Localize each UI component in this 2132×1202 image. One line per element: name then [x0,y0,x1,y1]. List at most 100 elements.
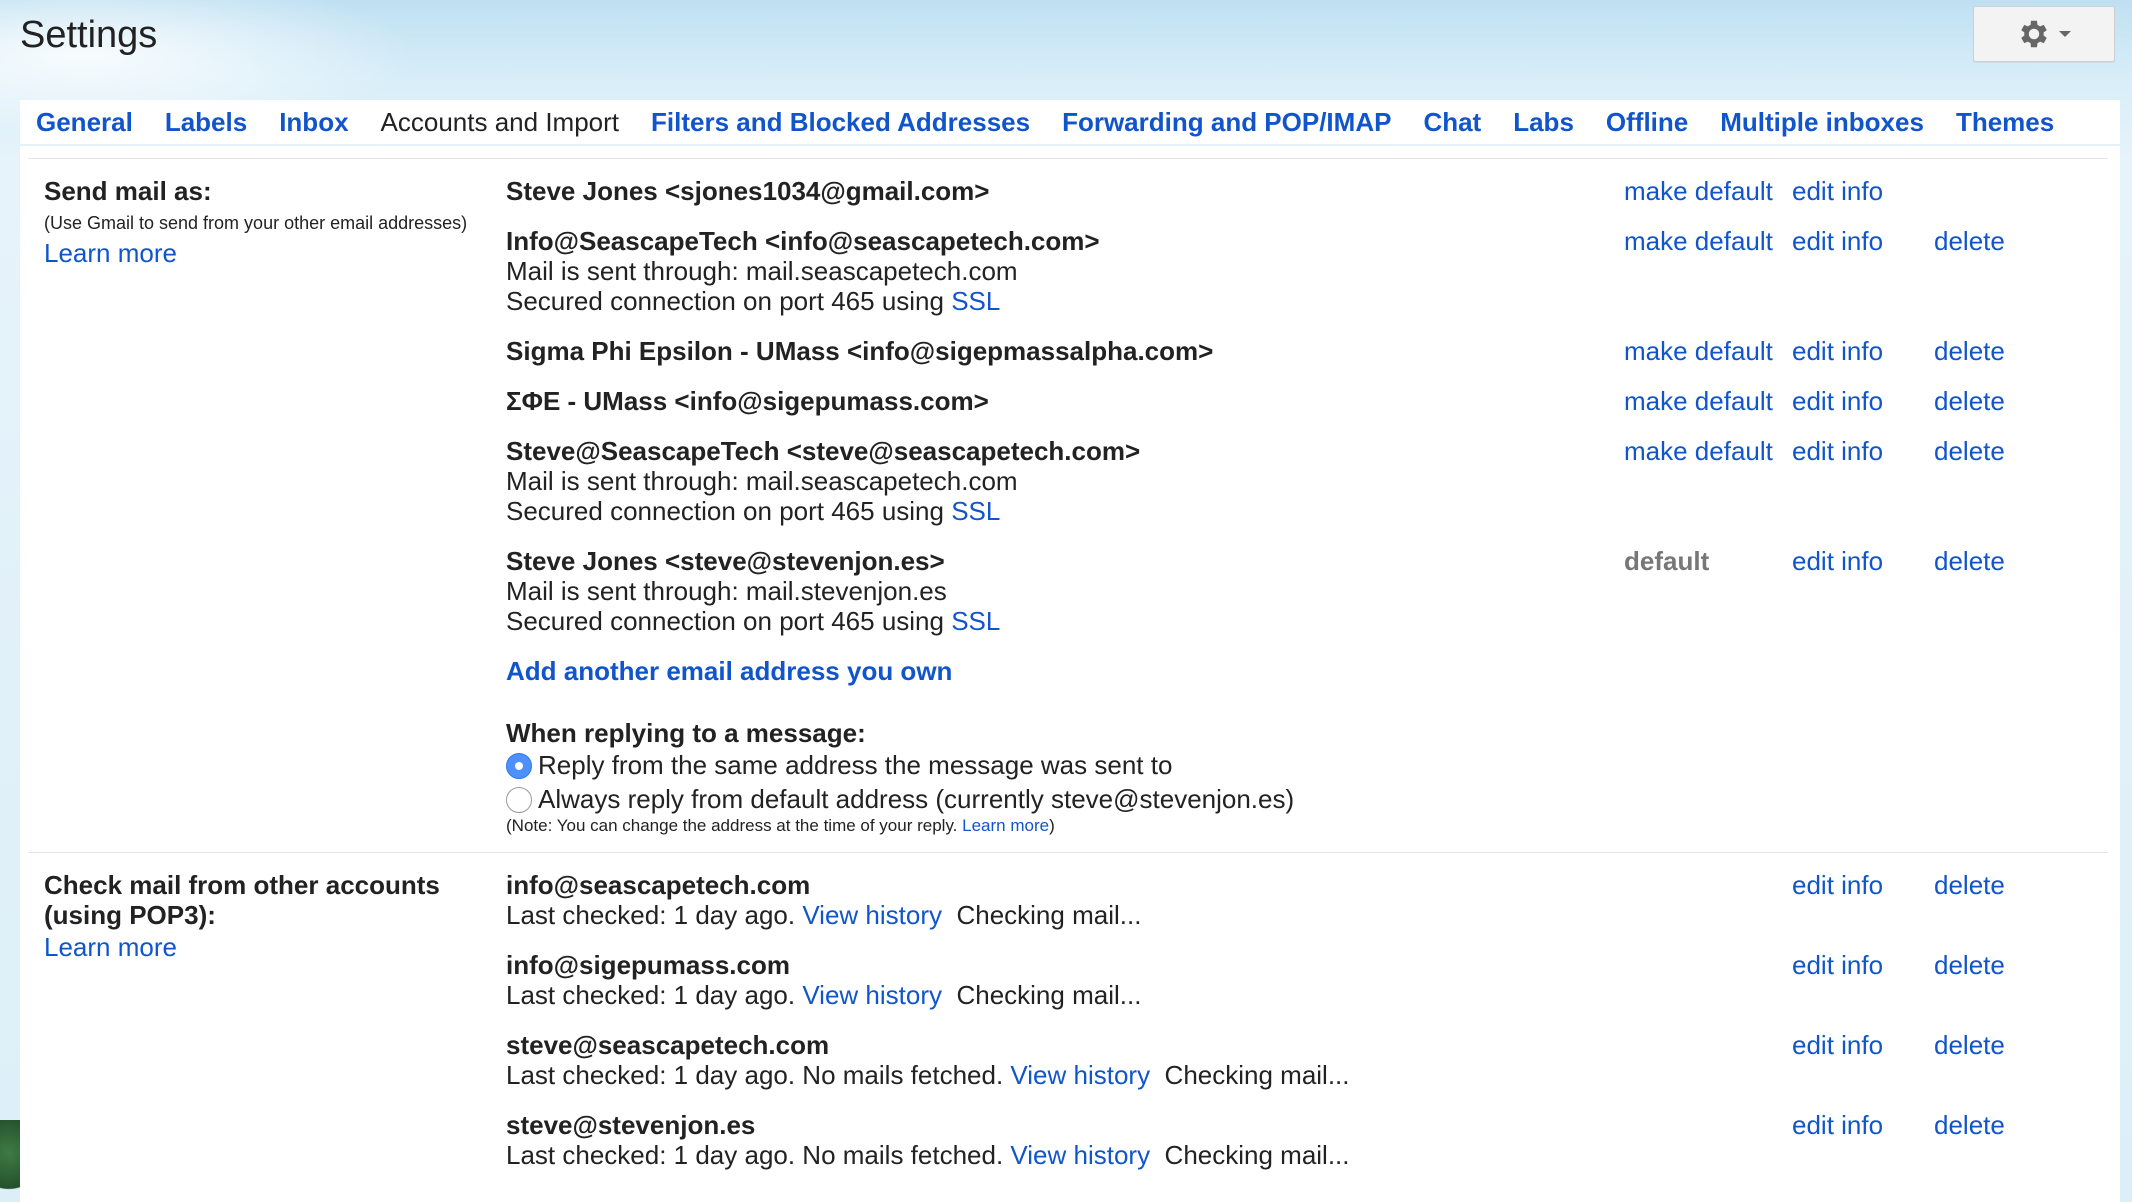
send-as-account-name: Steve Jones <steve@stevenjon.es> [506,546,945,576]
make-default-link[interactable]: make default [1624,226,1773,257]
background-tree-decoration [0,1120,22,1202]
check-mail-title-line2: (using POP3): [44,900,216,930]
delete-link[interactable]: delete [1934,870,2005,901]
smtp-server-info: Mail is sent through: mail.seascapetech.… [506,256,1018,286]
last-checked-text: Last checked: 1 day ago. No mails fetche… [506,1140,1011,1170]
pop-account-email: info@sigepumass.com [506,950,790,980]
settings-gear-button[interactable] [1973,6,2115,62]
secured-connection-info: Secured connection on port 465 using SSL [506,496,1000,527]
add-another-email-link[interactable]: Add another email address you own [506,656,952,687]
reply-default-label: Always reply from default address (curre… [538,784,1295,814]
ssl-link[interactable]: SSL [951,496,1000,526]
last-checked-text: Last checked: 1 day ago. [506,900,803,930]
tab-accounts-and-import[interactable]: Accounts and Import [364,100,636,144]
tab-themes[interactable]: Themes [1940,100,2070,144]
delete-link[interactable]: delete [1934,546,2005,577]
reply-note-learn-more-link[interactable]: Learn more [962,816,1049,835]
checking-mail-status: Checking mail... [956,980,1142,1010]
secured-connection-info: Secured connection on port 465 using SSL [506,606,1000,637]
reply-setting-title: When replying to a message: [506,718,866,748]
delete-link[interactable]: delete [1934,1030,2005,1061]
reply-same-radio[interactable] [506,752,532,779]
edit-info-link[interactable]: edit info [1792,336,1883,367]
pop-account-status: Last checked: 1 day ago. No mails fetche… [506,1060,1350,1091]
make-default-link[interactable]: make default [1624,436,1773,467]
last-checked-text: Last checked: 1 day ago. [506,980,803,1010]
delete-link[interactable]: delete [1934,386,2005,417]
reply-option-same-row[interactable]: Reply from the same address the message … [506,750,1172,781]
divider [28,158,2108,159]
edit-info-link[interactable]: edit info [1792,176,1883,207]
send-as-account-name: Info@SeascapeTech <info@seascapetech.com… [506,226,1100,256]
send-as-account-name: ΣΦΕ - UMass <info@sigepumass.com> [506,386,989,416]
make-default-link[interactable]: make default [1624,336,1773,367]
smtp-server-info: Mail is sent through: mail.stevenjon.es [506,576,947,606]
ssl-link[interactable]: SSL [951,606,1000,636]
view-history-link[interactable]: View history [1010,1060,1150,1090]
secured-connection-text: Secured connection on port 465 using [506,286,952,316]
send-mail-as-title: Send mail as: [44,176,212,206]
edit-info-link[interactable]: edit info [1792,436,1883,467]
delete-link[interactable]: delete [1934,226,2005,257]
make-default-link[interactable]: make default [1624,386,1773,417]
view-history-link[interactable]: View history [802,900,942,930]
gear-icon [2021,20,2047,48]
send-as-account-name: Steve Jones <sjones1034@gmail.com> [506,176,990,206]
checking-mail-status: Checking mail... [1164,1140,1350,1170]
send-mail-as-subtitle: (Use Gmail to send from your other email… [44,213,468,233]
edit-info-link[interactable]: edit info [1792,386,1883,417]
edit-info-link[interactable]: edit info [1792,226,1883,257]
edit-info-link[interactable]: edit info [1792,950,1883,981]
edit-info-link[interactable]: edit info [1792,1030,1883,1061]
settings-panel: Send mail as: (Use Gmail to send from yo… [20,146,2120,1202]
send-mail-learn-more-link[interactable]: Learn more [44,238,177,269]
tab-filters-and-blocked-addresses[interactable]: Filters and Blocked Addresses [635,100,1046,144]
pop-account-email: steve@seascapetech.com [506,1030,830,1060]
reply-default-radio[interactable] [506,786,532,813]
edit-info-link[interactable]: edit info [1792,870,1883,901]
pop-account-status: Last checked: 1 day ago. No mails fetche… [506,1140,1350,1171]
secured-connection-text: Secured connection on port 465 using [506,606,952,636]
view-history-link[interactable]: View history [1010,1140,1150,1170]
tab-chat[interactable]: Chat [1407,100,1497,144]
ssl-link[interactable]: SSL [951,286,1000,316]
secured-connection-info: Secured connection on port 465 using SSL [506,286,1000,317]
tab-multiple-inboxes[interactable]: Multiple inboxes [1704,100,1940,144]
checking-mail-status: Checking mail... [956,900,1142,930]
pop-account-status: Last checked: 1 day ago. View history Ch… [506,900,1141,931]
secured-connection-text: Secured connection on port 465 using [506,496,952,526]
edit-info-link[interactable]: edit info [1792,1110,1883,1141]
make-default-link[interactable]: make default [1624,176,1773,207]
pop-account-email: steve@stevenjon.es [506,1110,756,1140]
pop-account-email: info@seascapetech.com [506,870,811,900]
last-checked-text: Last checked: 1 day ago. No mails fetche… [506,1060,1011,1090]
tab-inbox[interactable]: Inbox [263,100,364,144]
reply-note-suffix: ) [1049,816,1055,835]
settings-tab-bar: General Labels Inbox Accounts and Import… [20,100,2120,144]
send-as-account-name: Sigma Phi Epsilon - UMass <info@sigepmas… [506,336,1214,366]
tab-labels[interactable]: Labels [149,100,263,144]
reply-option-default-row[interactable]: Always reply from default address (curre… [506,784,1294,815]
delete-link[interactable]: delete [1934,950,2005,981]
view-history-link[interactable]: View history [802,980,942,1010]
reply-note: (Note: You can change the address at the… [506,816,1055,836]
tab-general[interactable]: General [20,100,149,144]
delete-link[interactable]: delete [1934,1110,2005,1141]
send-as-account-name: Steve@SeascapeTech <steve@seascapetech.c… [506,436,1141,466]
tab-labs[interactable]: Labs [1497,100,1590,144]
page-title: Settings [20,14,158,56]
reply-note-text: (Note: You can change the address at the… [506,816,963,835]
delete-link[interactable]: delete [1934,436,2005,467]
delete-link[interactable]: delete [1934,336,2005,367]
check-mail-title: Check mail from other accounts [44,870,440,900]
pop-account-status: Last checked: 1 day ago. View history Ch… [506,980,1141,1011]
tab-forwarding-pop-imap[interactable]: Forwarding and POP/IMAP [1046,100,1407,144]
checking-mail-status: Checking mail... [1164,1060,1350,1090]
tab-offline[interactable]: Offline [1590,100,1704,144]
edit-info-link[interactable]: edit info [1792,546,1883,577]
caret-down-icon [2059,31,2071,37]
check-mail-learn-more-link[interactable]: Learn more [44,932,177,963]
divider [28,852,2108,853]
smtp-server-info: Mail is sent through: mail.seascapetech.… [506,466,1018,496]
default-label: default [1624,546,1710,576]
